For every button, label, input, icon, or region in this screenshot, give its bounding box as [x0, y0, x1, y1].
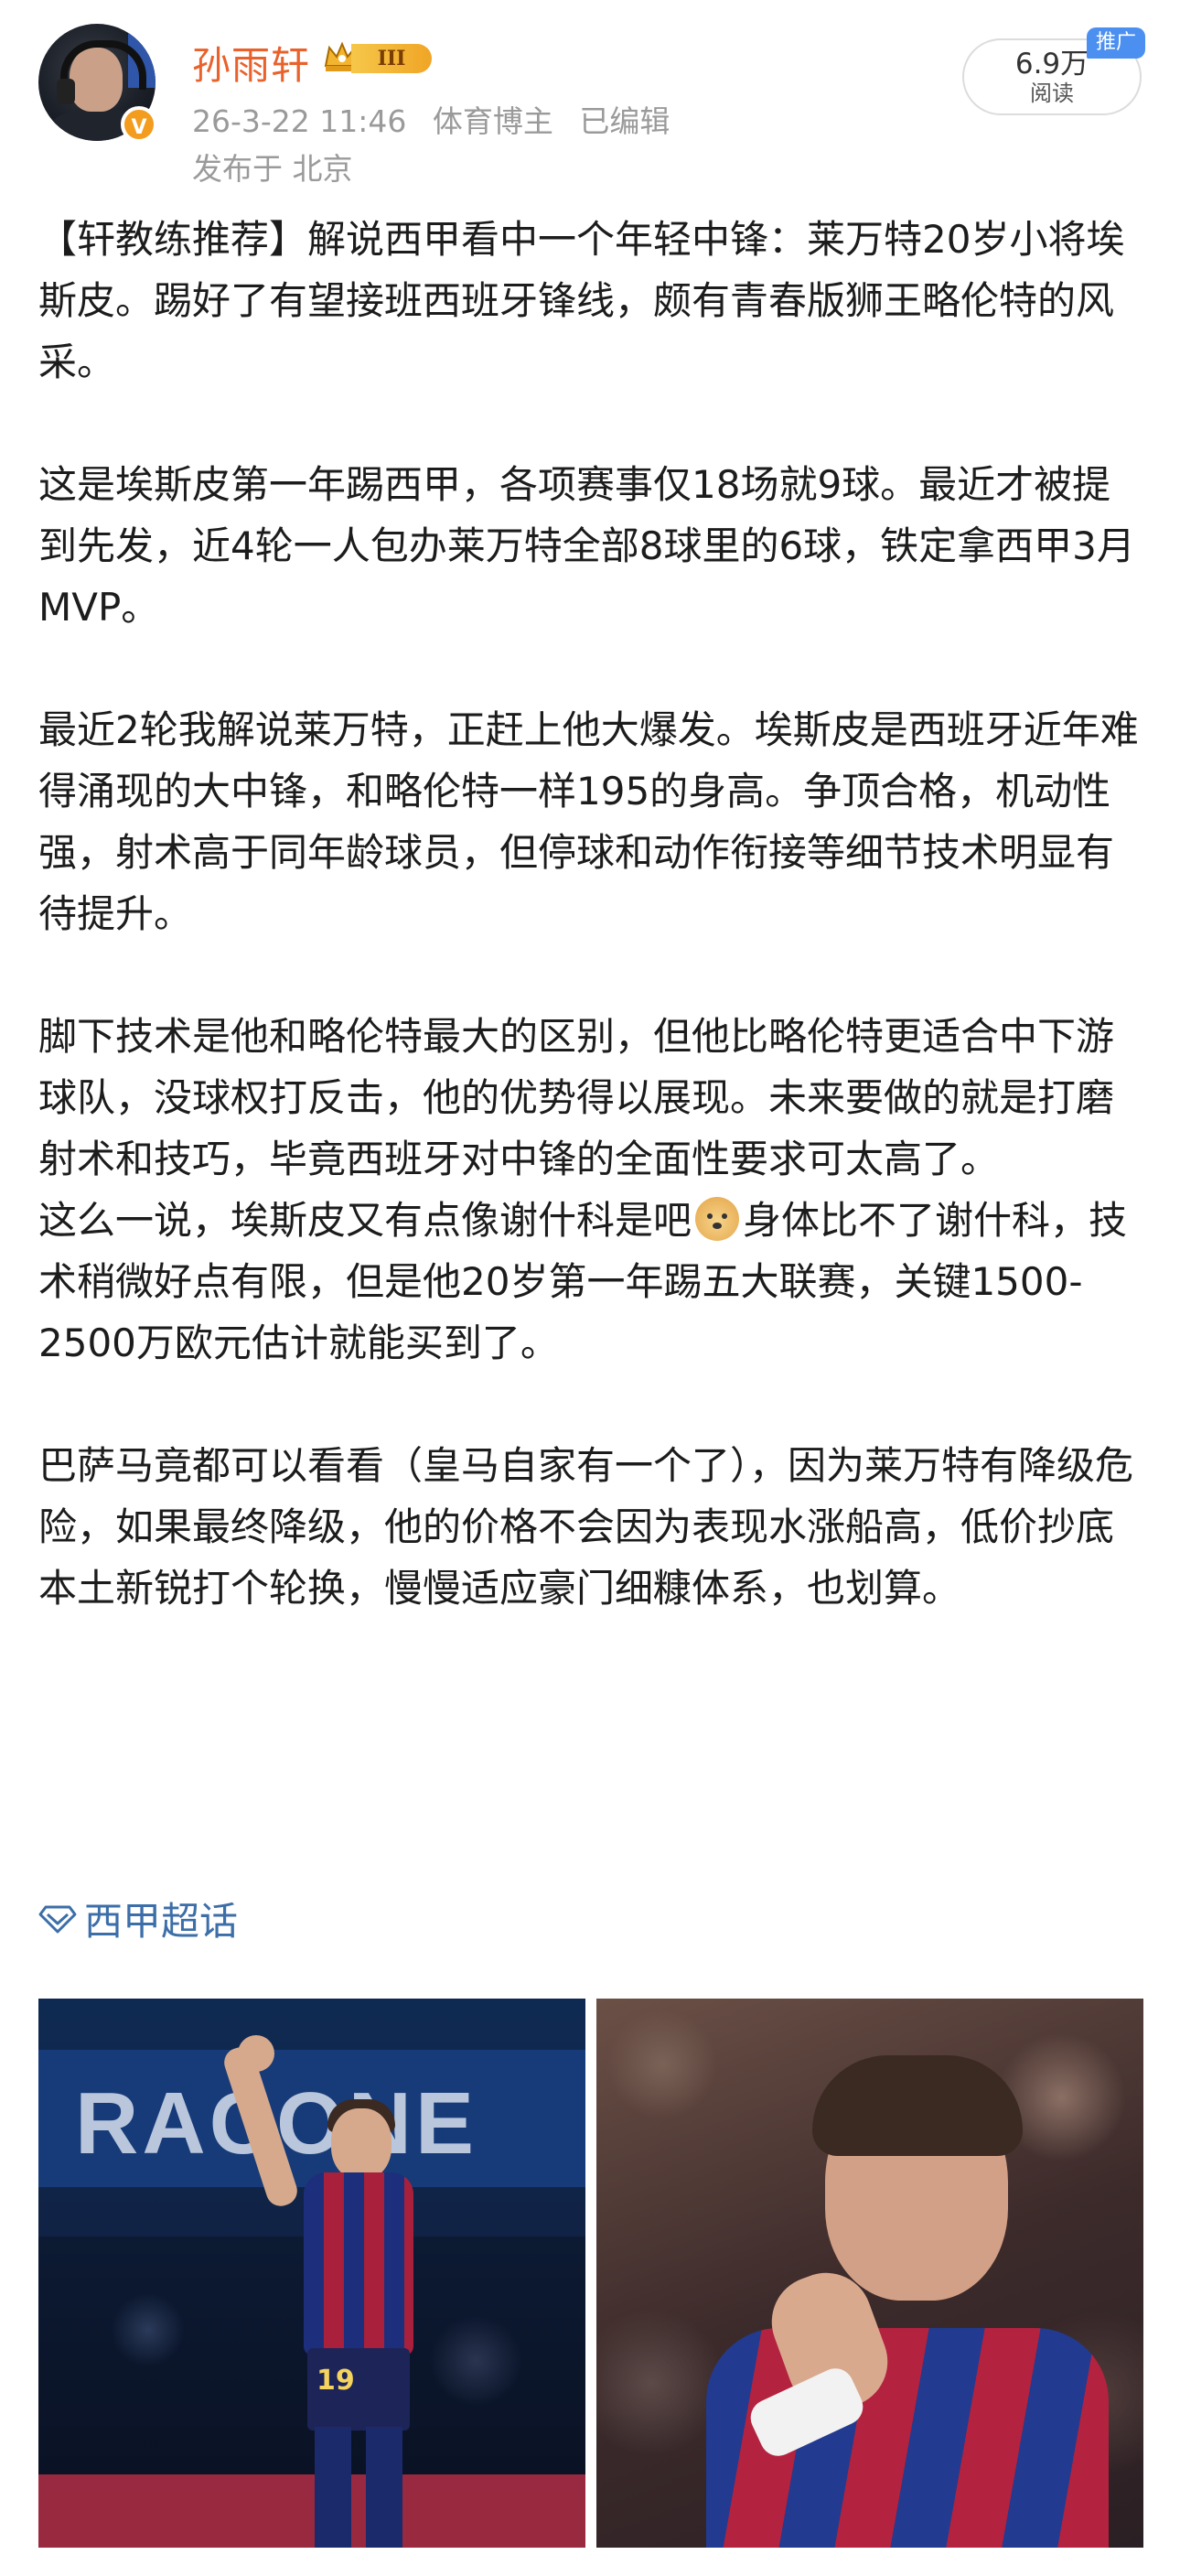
paragraph-5: 这么一说，埃斯皮又有点像谢什科是吧 身体比不了谢什科，技术稍微好点有限，但是他20… [38, 1190, 1145, 1374]
post-location: 发布于 北京 [192, 151, 353, 187]
post-meta: 26-3-22 11:46 体育博主 已编辑 [192, 97, 686, 141]
post-body: 【轩教练推荐】解说西甲看中一个年轻中锋：莱万特20岁小将埃斯皮。踢好了有望接班西… [38, 209, 1145, 1680]
paragraph-3: 最近2轮我解说莱万特，正赶上他大爆发。埃斯皮是西班牙近年难得涌现的大中锋，和略伦… [38, 707, 1139, 936]
player-head [331, 2108, 392, 2180]
topic-label: 西甲超话 [84, 1899, 239, 1944]
ad-board [38, 2474, 585, 2548]
paragraph-5-start: 这么一说，埃斯皮又有点像谢什科是吧 [38, 1198, 692, 1243]
author-role: 体育博主 [432, 103, 553, 139]
username[interactable]: 孙雨轩 [192, 35, 310, 91]
doge-emoji-icon [695, 1197, 740, 1241]
post-image-2[interactable] [596, 1999, 1143, 2548]
player-hair [812, 2055, 1023, 2156]
post-image-1[interactable]: RACONE 19 [38, 1999, 585, 2548]
paragraph-4: 脚下技术是他和略伦特最大的区别，但他比略伦特更适合中下游球队，没球权打反击，他的… [38, 1006, 1145, 1190]
player-fist [238, 2035, 274, 2072]
post-date: 26-3-22 11:46 [192, 103, 407, 139]
verified-badge-icon: V [121, 106, 157, 143]
edited-label[interactable]: 已编辑 [579, 103, 670, 139]
post-header: V 孙雨轩 III 26-3-22 11:46 体育博主 已编辑 发布于 北京 … [0, 0, 1180, 192]
topic-link[interactable]: 西甲超话 [38, 1891, 238, 1946]
player-jersey [304, 2172, 413, 2355]
read-label: 阅读 [1030, 81, 1074, 106]
promo-tag[interactable]: 推广 [1087, 27, 1145, 59]
level-badge: III [351, 44, 432, 73]
jersey-number: 19 [316, 2365, 355, 2397]
paragraph-4-text: 脚下技术是他和略伦特最大的区别，但他比略伦特更适合中下游球队，没球权打反击，他的… [38, 1014, 1115, 1181]
paragraph-1: 【轩教练推荐】解说西甲看中一个年轻中锋：莱万特20岁小将埃斯皮。踢好了有望接班西… [38, 217, 1125, 384]
avatar-mic [57, 79, 75, 104]
super-topic-icon [38, 1905, 77, 1933]
paragraph-6: 巴萨马竟都可以看看（皇马自家有一个了），因为莱万特有降级危险，如果最终降级，他的… [38, 1443, 1134, 1611]
player-legs [315, 2427, 402, 2548]
paragraph-2: 这是埃斯皮第一年踢西甲，各项赛事仅18场就9球。最近才被提到先发，近4轮一人包办… [38, 462, 1135, 630]
